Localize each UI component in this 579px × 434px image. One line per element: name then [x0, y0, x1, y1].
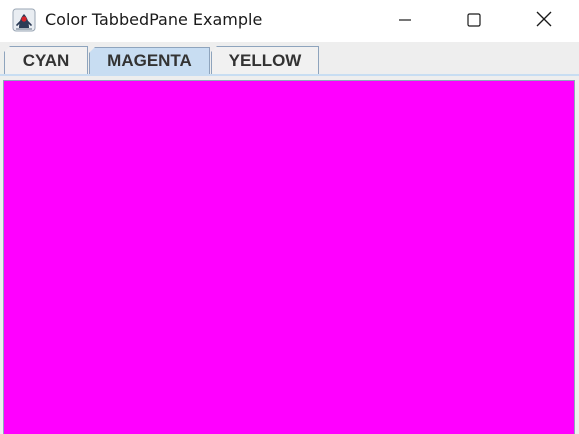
minimize-icon [398, 12, 412, 31]
java-duke-icon[interactable] [12, 8, 36, 32]
tab-label: YELLOW [228, 50, 302, 70]
close-button[interactable] [521, 0, 567, 42]
tab-yellow[interactable]: YELLOW [211, 46, 319, 74]
tab-label: MAGENTA [107, 51, 192, 70]
tab-cyan[interactable]: CYAN [4, 46, 88, 74]
window-title: Color TabbedPane Example [45, 10, 263, 29]
tab-magenta[interactable]: MAGENTA [89, 47, 210, 74]
maximize-button[interactable] [451, 0, 497, 42]
tab-strip: CYAN MAGENTA YELLOW [0, 42, 579, 74]
tab-label: CYAN [22, 50, 70, 70]
color-panel [3, 80, 575, 434]
app-window: Color TabbedPane Example CYAN MAGENTA YE… [0, 0, 579, 434]
maximize-icon [467, 12, 481, 31]
tab-content-frame [0, 74, 579, 434]
title-bar[interactable]: Color TabbedPane Example [0, 0, 579, 42]
minimize-button[interactable] [382, 0, 428, 42]
close-icon [536, 11, 552, 31]
